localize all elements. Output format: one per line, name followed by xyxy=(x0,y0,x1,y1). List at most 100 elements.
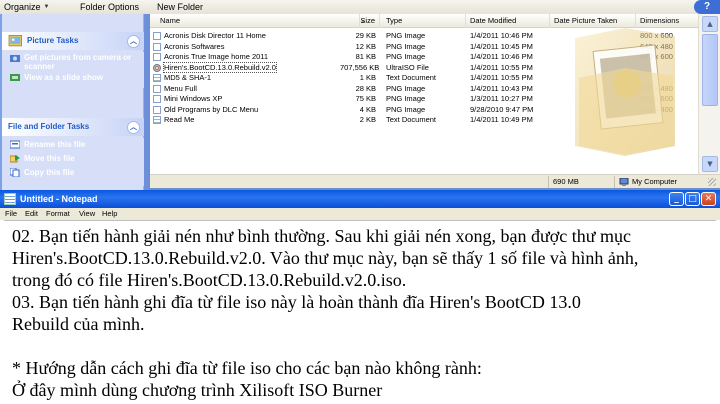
file-type: PNG Image xyxy=(386,83,426,93)
new-folder-button[interactable]: New Folder xyxy=(157,1,203,13)
notepad-text-area[interactable]: 02. Bạn tiến hành giải nén như bình thườ… xyxy=(4,220,716,404)
menu-help[interactable]: Help xyxy=(102,209,117,219)
text-line: trong đó có file Hiren's.BootCD.13.0.Reb… xyxy=(12,270,407,290)
file-name: Mini Windows XP xyxy=(164,94,223,103)
file-name: Hiren's.BootCD.13.0.Rebuild.v2.0 xyxy=(163,61,277,73)
menu-edit[interactable]: Edit xyxy=(25,209,38,219)
text-line: 03. Bạn tiến hành ghi đĩa từ file iso nà… xyxy=(12,292,581,312)
file-type: Text Document xyxy=(386,115,437,124)
copy-file-link[interactable]: Copy this file xyxy=(2,164,144,178)
picture-tasks-header[interactable]: Picture Tasks ︿ xyxy=(2,32,144,50)
copy-file-label: Copy this file xyxy=(24,168,75,177)
file-size: 707,556 KB xyxy=(340,62,380,72)
file-size: 4 KB xyxy=(359,104,376,114)
folder-options-button[interactable]: Folder Options xyxy=(80,1,139,13)
new-folder-label: New Folder xyxy=(157,2,204,12)
file-date-modified: 1/4/2011 10:55 PM xyxy=(470,73,533,82)
file-date-modified: 9/28/2010 9:47 PM xyxy=(470,104,534,114)
collapse-chevron-icon[interactable]: ︿ xyxy=(127,120,140,134)
column-date-modified[interactable]: Date Modified xyxy=(466,14,550,28)
status-bar: 690 MB My Computer xyxy=(150,174,720,188)
file-date-modified: 1/4/2011 10:49 PM xyxy=(470,115,533,124)
file-list-scrollbar[interactable]: ▲ ▼ xyxy=(698,14,720,174)
file-type: PNG Image xyxy=(386,41,426,51)
iso-icon xyxy=(153,63,161,72)
move-file-link[interactable]: Move this file xyxy=(2,150,144,164)
file-date-modified: 1/4/2011 10:46 PM xyxy=(470,31,533,40)
file-type: PNG Image xyxy=(386,52,426,61)
explorer-toolbar: Organize ▼ Folder Options New Folder ? xyxy=(0,0,720,14)
rename-file-link[interactable]: Rename this file xyxy=(2,138,144,150)
picture-tasks-body: Get pictures from camera or scanner View… xyxy=(2,52,144,88)
notepad-menu-bar: File Edit Format View Help xyxy=(0,208,720,220)
menu-format[interactable]: Format xyxy=(46,209,70,219)
close-button[interactable]: ✕ xyxy=(701,192,716,206)
collapse-chevron-icon[interactable]: ︿ xyxy=(127,34,140,48)
file-name: Acronis True Image home 2011 xyxy=(164,52,269,61)
get-pictures-label: Get pictures from camera or scanner xyxy=(24,53,132,71)
png-icon xyxy=(153,84,161,93)
png-icon xyxy=(153,53,161,61)
png-icon xyxy=(153,32,161,40)
picture-tasks-icon xyxy=(8,35,22,47)
png-icon xyxy=(153,105,161,114)
maximize-button[interactable]: □ xyxy=(685,192,700,206)
get-pictures-link[interactable]: Get pictures from camera or scanner xyxy=(2,52,144,72)
file-size: 75 KB xyxy=(355,94,376,103)
file-date-modified: 1/4/2011 10:45 PM xyxy=(470,41,533,51)
help-icon[interactable]: ? xyxy=(694,0,720,14)
copy-icon xyxy=(10,168,20,177)
organize-button[interactable]: Organize ▼ xyxy=(4,1,49,13)
file-type: PNG Image xyxy=(386,31,426,40)
file-date-modified: 1/4/2011 10:43 PM xyxy=(470,83,533,93)
resize-grip-icon[interactable] xyxy=(708,178,716,186)
file-size: 12 KB xyxy=(355,41,376,51)
text-line: * Hướng dẫn cách ghi đĩa từ file iso cho… xyxy=(12,358,482,378)
file-size: 1 KB xyxy=(359,73,376,82)
notepad-title-bar[interactable]: Untitled - Notepad _ □ ✕ xyxy=(0,190,720,208)
column-size[interactable]: Size xyxy=(340,14,380,28)
notepad-app-icon[interactable] xyxy=(4,193,16,205)
file-folder-tasks-header[interactable]: File and Folder Tasks ︿ xyxy=(2,118,144,136)
status-size: 690 MB xyxy=(548,176,614,188)
text-icon xyxy=(153,74,161,82)
file-size: 28 KB xyxy=(355,83,376,93)
scroll-down-icon[interactable]: ▼ xyxy=(702,156,718,172)
file-type: PNG Image xyxy=(386,94,426,103)
file-type: PNG Image xyxy=(386,104,426,114)
file-size: 81 KB xyxy=(355,52,376,61)
file-name: MD5 & SHA-1 xyxy=(164,73,212,82)
rename-file-label: Rename this file xyxy=(24,140,86,149)
folder-preview-image xyxy=(575,28,675,156)
file-size: 29 KB xyxy=(355,31,376,40)
rename-icon xyxy=(10,140,20,149)
file-date-modified: 1/3/2011 10:27 PM xyxy=(470,94,533,103)
column-type[interactable]: Type xyxy=(382,14,466,28)
menu-view[interactable]: View xyxy=(79,209,95,219)
file-size: 2 KB xyxy=(359,115,376,124)
slide-show-link[interactable]: View as a slide show xyxy=(2,72,144,83)
text-line: 02. Bạn tiến hành giải nén như bình thườ… xyxy=(12,226,631,246)
file-date-modified: 1/4/2011 10:46 PM xyxy=(470,52,533,61)
text-line: Rebuild của mình. xyxy=(12,314,145,334)
file-type: Text Document xyxy=(386,73,437,82)
file-date-modified: 1/4/2011 10:55 PM xyxy=(470,62,533,72)
my-computer-icon xyxy=(619,177,629,186)
desktop-screen: Organize ▼ Folder Options New Folder ? P… xyxy=(0,0,720,404)
file-name: Read Me xyxy=(164,115,195,124)
file-name: Old Programs by DLC Menu xyxy=(164,104,259,114)
file-name: Menu Full xyxy=(164,83,197,93)
scroll-thumb[interactable] xyxy=(702,34,718,106)
organize-dropdown-icon: ▼ xyxy=(43,4,50,10)
file-type: UltraISO File xyxy=(386,62,429,72)
text-icon xyxy=(153,116,161,124)
menu-file[interactable]: File xyxy=(5,209,17,219)
png-icon xyxy=(153,42,161,51)
png-icon xyxy=(153,95,161,103)
camera-icon xyxy=(10,55,20,62)
picture-tasks-title: Picture Tasks xyxy=(27,36,79,45)
minimize-button[interactable]: _ xyxy=(669,192,684,206)
column-name[interactable]: Name xyxy=(150,14,360,28)
move-file-label: Move this file xyxy=(24,154,75,163)
scroll-up-icon[interactable]: ▲ xyxy=(702,16,718,32)
